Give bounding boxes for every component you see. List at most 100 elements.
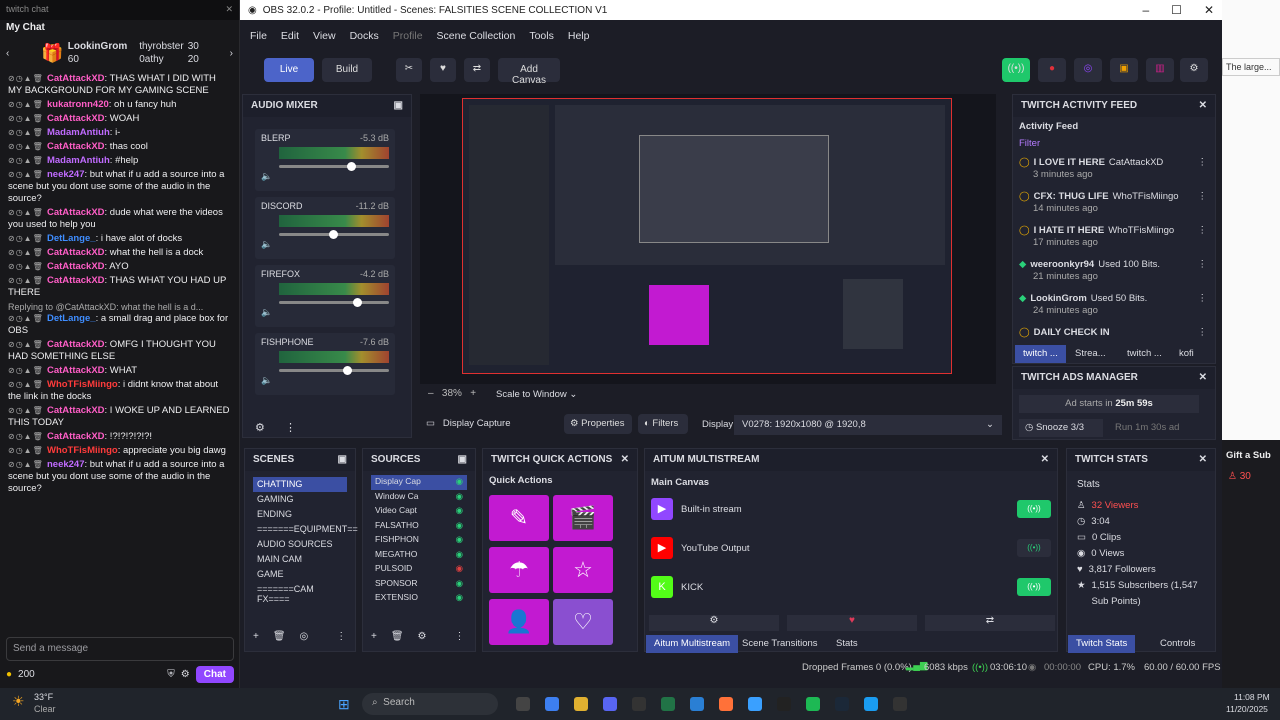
chat-send-button[interactable]: Chat [195, 665, 234, 683]
build-button[interactable]: Build [322, 58, 372, 82]
source-item[interactable]: PULSOID ◉ [371, 562, 467, 577]
feed-item[interactable]: ◆ LookinGrom Used 50 Bits. 24 minutes ago ⋮ [1019, 293, 1207, 317]
menu-item[interactable]: Scene Collection [437, 30, 516, 42]
task-view-icon[interactable] [516, 697, 530, 711]
volume-slider[interactable] [279, 162, 389, 171]
scale-select[interactable]: Scale to Window ⌄ [490, 386, 590, 404]
source-item[interactable]: FALSATHO ◉ [371, 519, 467, 534]
source-item[interactable]: MEGATHO ◉ [371, 548, 467, 563]
feed-tab[interactable]: Strea... [1067, 345, 1114, 363]
source-item[interactable]: SPONSOR ◉ [371, 577, 467, 592]
steam-icon[interactable] [835, 697, 849, 711]
eye-icon[interactable]: ◉ [456, 534, 463, 545]
edge-icon[interactable] [864, 697, 878, 711]
files-icon[interactable] [574, 697, 588, 711]
scene-item[interactable]: ENDING [253, 507, 347, 522]
gear-icon[interactable]: ⚙ [181, 669, 190, 680]
more-icon[interactable]: ⋮ [1198, 157, 1208, 169]
obs-active-icon[interactable] [777, 697, 791, 711]
trash-icon[interactable]: 🗑 [273, 631, 286, 642]
menu-icon[interactable]: ⋮ [336, 631, 346, 642]
umbrella-icon[interactable]: ☂ [489, 547, 549, 593]
scene-item[interactable]: AUDIO SOURCES [253, 537, 347, 552]
eye-icon[interactable]: ◉ [456, 578, 463, 589]
chat-input[interactable]: Send a message [6, 637, 234, 661]
menu-item[interactable]: File [250, 30, 267, 42]
heart-plus-icon[interactable]: ♡ [553, 599, 613, 645]
menu-item[interactable]: Help [568, 30, 590, 42]
chat-message[interactable]: ⊘◷▲🗑 CatAttackXD: I WOKE UP AND LEARNED … [0, 404, 239, 430]
feed-item[interactable]: ◆ weeroonkyr94 Used 100 Bits. 21 minutes ag… [1019, 259, 1207, 283]
chat-username[interactable]: WhoTFisMiingo [47, 445, 118, 456]
stats-tab[interactable]: Twitch Stats [1068, 635, 1136, 653]
close-icon[interactable]: ✕ [1041, 454, 1049, 466]
chat-message[interactable]: ⊘◷▲🗑 CatAttackXD: THAS WHAT I DID WITH M… [0, 72, 239, 98]
source-item[interactable]: FISHPHON ◉ [371, 533, 467, 548]
eye-icon[interactable]: ◉ [456, 520, 463, 531]
tools-icon[interactable]: ✂ [396, 58, 422, 82]
filters-button[interactable]: ◐ Filters [638, 414, 688, 434]
shield-icon[interactable]: ⛨ [167, 669, 175, 680]
minimize-icon[interactable]: – [1142, 3, 1149, 17]
dock-tab[interactable]: Aitum Multistream [646, 635, 739, 653]
chat-username[interactable]: neek247 [47, 169, 85, 180]
start-icon[interactable]: ⊞ [338, 696, 350, 713]
output-toggle[interactable]: ((•)) [1017, 578, 1051, 596]
chat-username[interactable]: CatAttackXD [47, 275, 105, 286]
feed-item[interactable]: ◯ CFX: THUG LIFE WhoTFisMiingo 14 minutes a… [1019, 191, 1207, 215]
eye-icon[interactable]: ◉ [456, 505, 463, 516]
speaker-icon[interactable]: 🔈 [261, 307, 272, 318]
stats-tab[interactable]: Controls [1152, 635, 1203, 653]
chat-message[interactable]: ⊘◷▲🗑 MadamAntiuh: i- [0, 126, 239, 140]
add-icon[interactable]: + [253, 631, 259, 642]
output-settings-icon[interactable]: ⚙ [649, 615, 779, 631]
source-item[interactable]: Window Ca ◉ [371, 490, 467, 505]
browser-tab[interactable]: The large... [1222, 58, 1280, 76]
menu-item[interactable]: Tools [529, 30, 554, 42]
chat-username[interactable]: CatAttackXD [47, 431, 105, 442]
settings-gear-icon[interactable]: ⚙ [1180, 58, 1208, 82]
obs-taskbar-icon[interactable] [632, 697, 646, 711]
live-button[interactable]: Live [264, 58, 314, 82]
excel-icon[interactable] [661, 697, 675, 711]
chat-username[interactable]: CatAttackXD [47, 261, 105, 272]
chat-message[interactable]: Replying to @CatAttackXD: what the hell … [0, 300, 239, 338]
close-icon[interactable]: ✕ [1199, 100, 1207, 112]
filter-icon[interactable]: ◎ [300, 631, 309, 642]
chat-username[interactable]: MadamAntiuh [47, 127, 110, 138]
feed-item[interactable]: ◯ DAILY CHECK IN ⋮ [1019, 327, 1208, 339]
feed-item[interactable]: ◯ I LOVE IT HERE CatAttackXD 3 minutes ago ⋮ [1019, 157, 1208, 181]
scene-item[interactable]: =======EQUIPMENT== [253, 522, 358, 537]
scene-item[interactable]: =======CAM FX==== [253, 582, 347, 604]
chat-username[interactable]: kukatronn420 [47, 99, 109, 110]
chat-username[interactable]: CatAttackXD [47, 73, 105, 84]
preview-area[interactable] [420, 94, 996, 384]
studio-mode-icon[interactable]: ▥ [1146, 58, 1174, 82]
chat-username[interactable]: CatAttackXD [47, 141, 105, 152]
mixer-menu-icon[interactable]: ⋮ [285, 421, 296, 434]
chat-message[interactable]: ⊘◷▲🗑 neek247: but what if u add a source… [0, 168, 239, 206]
chat-username[interactable]: WhoTFisMiingo [47, 379, 118, 390]
donate-heart-icon[interactable]: ♥ [787, 615, 917, 631]
discord-icon[interactable] [603, 697, 617, 711]
chat-message[interactable]: ⊘◷▲🗑 kukatronn420: oh u fancy huh [0, 98, 239, 112]
close-icon[interactable]: ✕ [225, 4, 233, 16]
eye-icon[interactable]: ◉ [456, 549, 463, 560]
chat-message[interactable]: ⊘◷▲🗑 CatAttackXD: THAS WHAT YOU HAD UP T… [0, 274, 239, 300]
more-icon[interactable]: ⋮ [1198, 327, 1208, 339]
scene-item[interactable]: GAMING [253, 492, 347, 507]
trash-icon[interactable]: 🗑 [391, 631, 404, 642]
clapperboard-icon[interactable]: 🎬 [553, 495, 613, 541]
undock-icon[interactable]: ▣ [458, 454, 467, 466]
close-icon[interactable]: ✕ [621, 454, 629, 466]
scene-item[interactable]: CHATTING [253, 477, 347, 492]
eye-icon[interactable]: ◉ [456, 476, 463, 487]
chat-message[interactable]: ⊘◷▲🗑 CatAttackXD: thas cool [0, 140, 239, 154]
chevron-right-icon[interactable]: › [230, 48, 233, 59]
edit-pencil-icon[interactable]: ✎ [489, 495, 549, 541]
add-user-icon[interactable]: 👤 [489, 599, 549, 645]
feed-tab[interactable]: twitch ... [1015, 345, 1066, 363]
chat-message[interactable]: ⊘◷▲🗑 WhoTFisMiingo: i didnt know that ab… [0, 378, 239, 404]
menu-icon[interactable]: ⋮ [455, 631, 465, 642]
feed-tab[interactable]: twitch ... [1119, 345, 1170, 363]
